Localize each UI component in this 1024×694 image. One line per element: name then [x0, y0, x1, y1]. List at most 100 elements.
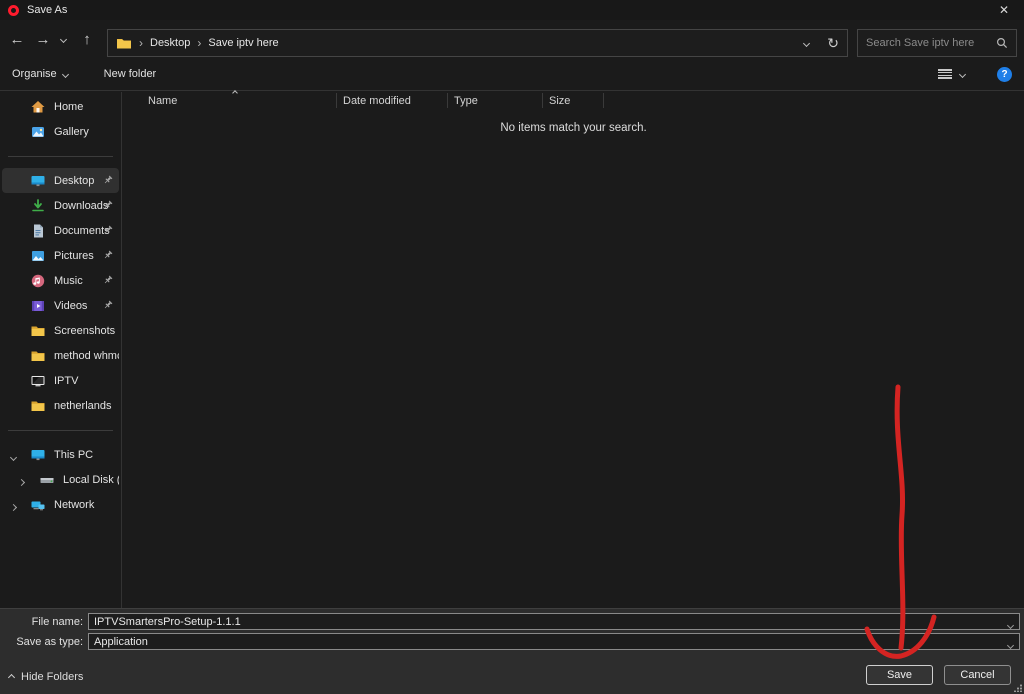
sidebar-item-gallery[interactable]: Gallery	[2, 119, 119, 144]
organise-button[interactable]: Organise	[12, 68, 68, 80]
hide-folders-button[interactable]: Hide Folders	[9, 671, 83, 683]
sidebar-item-netherlands[interactable]: netherlands	[2, 393, 119, 418]
navigation-pane: Home Gallery Desktop Downloads	[0, 92, 122, 608]
sidebar-item-label: Local Disk (C:)	[63, 474, 119, 486]
sidebar-item-label: Downloads	[54, 200, 108, 212]
resize-grip[interactable]	[1014, 684, 1022, 692]
folder-icon	[30, 348, 46, 364]
iptv-monitor-icon	[30, 373, 46, 389]
file-list-area: Name Date modified Type Size No items ma…	[123, 92, 1024, 608]
breadcrumb-separator: ›	[197, 36, 201, 50]
file-name-input[interactable]	[89, 616, 1019, 628]
breadcrumb-current-folder[interactable]: Save iptv here	[208, 37, 278, 49]
column-separator[interactable]	[603, 93, 604, 108]
sidebar-item-label: Music	[54, 275, 83, 287]
chevron-up-icon	[8, 673, 15, 680]
sidebar-item-home[interactable]: Home	[2, 94, 119, 119]
organise-label: Organise	[12, 68, 57, 80]
save-button[interactable]: Save	[866, 665, 933, 685]
column-header-date-modified[interactable]: Date modified	[337, 95, 447, 107]
sidebar-item-iptv[interactable]: IPTV	[2, 368, 119, 393]
window-title: Save As	[27, 4, 67, 16]
address-bar[interactable]: › Desktop › Save iptv here ↻	[107, 29, 848, 57]
sidebar-divider	[8, 156, 113, 157]
column-header-name[interactable]: Name	[123, 95, 336, 107]
cancel-button[interactable]: Cancel	[944, 665, 1011, 685]
column-header-type[interactable]: Type	[448, 95, 542, 107]
help-icon[interactable]: ?	[997, 67, 1012, 82]
titlebar: Save As ✕	[0, 0, 1024, 20]
sidebar-item-documents[interactable]: Documents	[2, 218, 119, 243]
column-header-row: Name Date modified Type Size	[123, 92, 1024, 109]
address-dropdown-icon[interactable]	[803, 39, 810, 46]
search-icon	[996, 37, 1008, 49]
search-box[interactable]	[857, 29, 1017, 57]
pictures-icon	[30, 248, 46, 264]
sidebar-item-label: Documents	[54, 225, 110, 237]
sidebar-item-label: IPTV	[54, 375, 78, 387]
sidebar-divider	[8, 430, 113, 431]
sidebar-item-method-whmcs[interactable]: method whmcs ba	[2, 343, 119, 368]
sidebar-item-network[interactable]: Network	[2, 492, 119, 517]
folder-icon	[30, 398, 46, 414]
view-options-dropdown-icon[interactable]	[959, 70, 966, 77]
documents-icon	[30, 223, 46, 239]
sidebar-item-music[interactable]: Music	[2, 268, 119, 293]
sidebar-item-pictures[interactable]: Pictures	[2, 243, 119, 268]
folder-icon	[116, 35, 132, 51]
chevron-right-icon[interactable]	[11, 501, 16, 513]
chevron-down-icon[interactable]	[1008, 639, 1013, 651]
sidebar-item-label: Screenshots	[54, 325, 115, 337]
pin-icon	[103, 300, 113, 310]
home-icon	[30, 99, 46, 115]
refresh-icon[interactable]: ↻	[827, 35, 839, 52]
breadcrumb-desktop[interactable]: Desktop	[150, 37, 190, 49]
search-input[interactable]	[866, 37, 996, 49]
change-view-icon[interactable]	[938, 68, 952, 80]
sidebar-item-label: Videos	[54, 300, 87, 312]
save-as-type-select[interactable]: Application	[88, 633, 1020, 650]
sidebar-item-label: This PC	[54, 449, 93, 461]
hide-folders-label: Hide Folders	[21, 671, 83, 683]
column-header-size[interactable]: Size	[543, 95, 603, 107]
sidebar-item-label: method whmcs ba	[54, 350, 119, 362]
file-name-combobox[interactable]	[88, 613, 1020, 630]
chevron-down-icon[interactable]	[11, 451, 16, 463]
save-as-type-label: Save as type:	[0, 636, 88, 648]
music-icon	[30, 273, 46, 289]
chevron-down-icon[interactable]	[1008, 619, 1013, 631]
sidebar-item-videos[interactable]: Videos	[2, 293, 119, 318]
desktop-icon	[30, 173, 46, 189]
videos-icon	[30, 298, 46, 314]
sidebar-item-desktop[interactable]: Desktop	[2, 168, 119, 193]
pin-icon	[103, 175, 113, 185]
recent-locations-dropdown[interactable]	[56, 37, 70, 42]
opera-app-icon	[8, 5, 19, 16]
pin-icon	[103, 275, 113, 285]
sidebar-item-label: Desktop	[54, 175, 94, 187]
forward-button[interactable]: →	[30, 31, 56, 48]
sidebar-item-label: Home	[54, 101, 83, 113]
sidebar-item-local-disk-c[interactable]: Local Disk (C:)	[2, 467, 119, 492]
up-button[interactable]: ↑	[74, 31, 100, 48]
folder-icon	[30, 323, 46, 339]
pin-icon	[103, 250, 113, 260]
file-name-label: File name:	[0, 616, 88, 628]
gallery-icon	[30, 124, 46, 140]
chevron-down-icon	[62, 70, 69, 77]
new-folder-button[interactable]: New folder	[104, 68, 157, 80]
pin-icon	[103, 200, 113, 210]
network-icon	[30, 497, 46, 513]
sidebar-item-this-pc[interactable]: This PC	[2, 442, 119, 467]
back-button[interactable]: ←	[4, 31, 30, 48]
save-as-type-value: Application	[89, 636, 148, 648]
empty-results-message: No items match your search.	[123, 122, 1024, 134]
downloads-icon	[30, 198, 46, 214]
sidebar-item-screenshots[interactable]: Screenshots	[2, 318, 119, 343]
chevron-right-icon[interactable]	[19, 476, 24, 488]
pin-icon	[103, 225, 113, 235]
sidebar-item-label: Gallery	[54, 126, 89, 138]
sidebar-item-downloads[interactable]: Downloads	[2, 193, 119, 218]
this-pc-icon	[30, 447, 46, 463]
close-icon[interactable]: ✕	[992, 3, 1016, 17]
